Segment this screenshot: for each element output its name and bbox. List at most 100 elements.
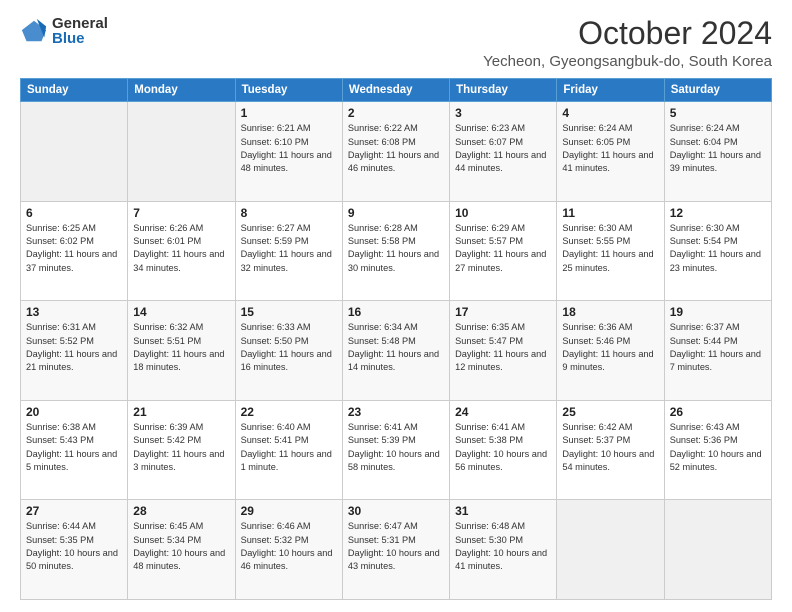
day-cell: 21Sunrise: 6:39 AM Sunset: 5:42 PM Dayli… bbox=[128, 400, 235, 500]
day-number: 10 bbox=[455, 206, 551, 220]
day-cell: 27 Sunrise: 6:44 AM Sunset: 5:35 PM Dayli… bbox=[21, 500, 128, 600]
day-number: 27 bbox=[26, 504, 122, 518]
day-info: Sunrise: 6:47 AM Sunset: 5:31 PM Dayligh… bbox=[348, 520, 444, 573]
day-info: Sunrise: 6:39 AM Sunset: 5:42 PM Dayligh… bbox=[133, 421, 229, 474]
day-info: Sunrise: 6:33 AM Sunset: 5:50 PM Dayligh… bbox=[241, 321, 337, 374]
page: General Blue October 2024 Yecheon, Gyeon… bbox=[0, 0, 792, 612]
logo-icon bbox=[20, 17, 48, 45]
day-number: 17 bbox=[455, 305, 551, 319]
day-number: 15 bbox=[241, 305, 337, 319]
week-row-3: 13Sunrise: 6:31 AM Sunset: 5:52 PM Dayli… bbox=[21, 301, 772, 401]
day-info: Sunrise: 6:25 AM Sunset: 6:02 PM Dayligh… bbox=[26, 222, 122, 275]
day-cell bbox=[21, 102, 128, 202]
day-info: Sunrise: 6:44 AM Sunset: 5:35 PM Dayligh… bbox=[26, 520, 122, 573]
header-day-friday: Friday bbox=[557, 79, 664, 102]
day-number: 19 bbox=[670, 305, 766, 319]
day-number: 23 bbox=[348, 405, 444, 419]
day-cell: 15 Sunrise: 6:33 AM Sunset: 5:50 PM Dayli… bbox=[235, 301, 342, 401]
day-info: Sunrise: 6:23 AM Sunset: 6:07 PM Dayligh… bbox=[455, 122, 551, 175]
day-cell bbox=[128, 102, 235, 202]
day-cell: 23 Sunrise: 6:41 AM Sunset: 5:39 PM Dayli… bbox=[342, 400, 449, 500]
logo-blue: Blue bbox=[52, 31, 108, 46]
day-cell: 8 Sunrise: 6:27 AM Sunset: 5:59 PM Daylig… bbox=[235, 201, 342, 301]
day-number: 7 bbox=[133, 206, 229, 220]
logo-text: General Blue bbox=[52, 16, 108, 46]
day-number: 22 bbox=[241, 405, 337, 419]
day-info: Sunrise: 6:32 AM Sunset: 5:51 PM Dayligh… bbox=[133, 321, 229, 374]
day-cell: 12Sunrise: 6:30 AM Sunset: 5:54 PM Dayli… bbox=[664, 201, 771, 301]
day-number: 16 bbox=[348, 305, 444, 319]
title-block: October 2024 Yecheon, Gyeongsangbuk-do, … bbox=[483, 16, 772, 70]
day-cell: 17 Sunrise: 6:35 AM Sunset: 5:47 PM Dayli… bbox=[450, 301, 557, 401]
day-info: Sunrise: 6:38 AM Sunset: 5:43 PM Dayligh… bbox=[26, 421, 122, 474]
day-cell: 20 Sunrise: 6:38 AM Sunset: 5:43 PM Dayli… bbox=[21, 400, 128, 500]
header-day-saturday: Saturday bbox=[664, 79, 771, 102]
day-info: Sunrise: 6:21 AM Sunset: 6:10 PM Dayligh… bbox=[241, 122, 337, 175]
day-cell: 28 Sunrise: 6:45 AM Sunset: 5:34 PM Dayli… bbox=[128, 500, 235, 600]
calendar-body: 1Sunrise: 6:21 AM Sunset: 6:10 PM Daylig… bbox=[21, 102, 772, 600]
header-day-monday: Monday bbox=[128, 79, 235, 102]
header-day-tuesday: Tuesday bbox=[235, 79, 342, 102]
day-number: 6 bbox=[26, 206, 122, 220]
day-cell: 2 Sunrise: 6:22 AM Sunset: 6:08 PM Daylig… bbox=[342, 102, 449, 202]
day-number: 11 bbox=[562, 206, 658, 220]
day-number: 14 bbox=[133, 305, 229, 319]
day-info: Sunrise: 6:37 AM Sunset: 5:44 PM Dayligh… bbox=[670, 321, 766, 374]
day-cell: 7Sunrise: 6:26 AM Sunset: 6:01 PM Daylig… bbox=[128, 201, 235, 301]
day-cell: 1Sunrise: 6:21 AM Sunset: 6:10 PM Daylig… bbox=[235, 102, 342, 202]
day-info: Sunrise: 6:27 AM Sunset: 5:59 PM Dayligh… bbox=[241, 222, 337, 275]
day-number: 3 bbox=[455, 106, 551, 120]
day-info: Sunrise: 6:31 AM Sunset: 5:52 PM Dayligh… bbox=[26, 321, 122, 374]
logo: General Blue bbox=[20, 16, 108, 46]
day-info: Sunrise: 6:45 AM Sunset: 5:34 PM Dayligh… bbox=[133, 520, 229, 573]
day-cell: 25Sunrise: 6:42 AM Sunset: 5:37 PM Dayli… bbox=[557, 400, 664, 500]
month-title: October 2024 bbox=[483, 16, 772, 51]
day-info: Sunrise: 6:41 AM Sunset: 5:39 PM Dayligh… bbox=[348, 421, 444, 474]
day-cell: 22 Sunrise: 6:40 AM Sunset: 5:41 PM Dayli… bbox=[235, 400, 342, 500]
day-cell bbox=[664, 500, 771, 600]
day-number: 26 bbox=[670, 405, 766, 419]
calendar-table: SundayMondayTuesdayWednesdayThursdayFrid… bbox=[20, 78, 772, 600]
day-cell bbox=[557, 500, 664, 600]
day-cell: 11Sunrise: 6:30 AM Sunset: 5:55 PM Dayli… bbox=[557, 201, 664, 301]
day-number: 31 bbox=[455, 504, 551, 518]
day-info: Sunrise: 6:41 AM Sunset: 5:38 PM Dayligh… bbox=[455, 421, 551, 474]
day-number: 30 bbox=[348, 504, 444, 518]
day-info: Sunrise: 6:35 AM Sunset: 5:47 PM Dayligh… bbox=[455, 321, 551, 374]
day-cell: 13Sunrise: 6:31 AM Sunset: 5:52 PM Dayli… bbox=[21, 301, 128, 401]
calendar-header: SundayMondayTuesdayWednesdayThursdayFrid… bbox=[21, 79, 772, 102]
day-info: Sunrise: 6:36 AM Sunset: 5:46 PM Dayligh… bbox=[562, 321, 658, 374]
day-info: Sunrise: 6:24 AM Sunset: 6:04 PM Dayligh… bbox=[670, 122, 766, 175]
day-info: Sunrise: 6:40 AM Sunset: 5:41 PM Dayligh… bbox=[241, 421, 337, 474]
day-number: 29 bbox=[241, 504, 337, 518]
header-day-thursday: Thursday bbox=[450, 79, 557, 102]
day-info: Sunrise: 6:24 AM Sunset: 6:05 PM Dayligh… bbox=[562, 122, 658, 175]
header-row: SundayMondayTuesdayWednesdayThursdayFrid… bbox=[21, 79, 772, 102]
day-cell: 4 Sunrise: 6:24 AM Sunset: 6:05 PM Daylig… bbox=[557, 102, 664, 202]
day-info: Sunrise: 6:46 AM Sunset: 5:32 PM Dayligh… bbox=[241, 520, 337, 573]
day-cell: 16Sunrise: 6:34 AM Sunset: 5:48 PM Dayli… bbox=[342, 301, 449, 401]
location-title: Yecheon, Gyeongsangbuk-do, South Korea bbox=[483, 53, 772, 70]
day-cell: 30 Sunrise: 6:47 AM Sunset: 5:31 PM Dayli… bbox=[342, 500, 449, 600]
day-cell: 24 Sunrise: 6:41 AM Sunset: 5:38 PM Dayli… bbox=[450, 400, 557, 500]
day-cell: 19 Sunrise: 6:37 AM Sunset: 5:44 PM Dayli… bbox=[664, 301, 771, 401]
day-number: 8 bbox=[241, 206, 337, 220]
day-cell: 10Sunrise: 6:29 AM Sunset: 5:57 PM Dayli… bbox=[450, 201, 557, 301]
day-info: Sunrise: 6:28 AM Sunset: 5:58 PM Dayligh… bbox=[348, 222, 444, 275]
day-number: 24 bbox=[455, 405, 551, 419]
header: General Blue October 2024 Yecheon, Gyeon… bbox=[20, 16, 772, 70]
day-number: 2 bbox=[348, 106, 444, 120]
week-row-5: 27 Sunrise: 6:44 AM Sunset: 5:35 PM Dayli… bbox=[21, 500, 772, 600]
day-number: 4 bbox=[562, 106, 658, 120]
day-cell: 9 Sunrise: 6:28 AM Sunset: 5:58 PM Daylig… bbox=[342, 201, 449, 301]
day-cell: 5 Sunrise: 6:24 AM Sunset: 6:04 PM Daylig… bbox=[664, 102, 771, 202]
day-number: 28 bbox=[133, 504, 229, 518]
day-cell: 31Sunrise: 6:48 AM Sunset: 5:30 PM Dayli… bbox=[450, 500, 557, 600]
day-number: 25 bbox=[562, 405, 658, 419]
day-cell: 18Sunrise: 6:36 AM Sunset: 5:46 PM Dayli… bbox=[557, 301, 664, 401]
day-number: 9 bbox=[348, 206, 444, 220]
week-row-4: 20 Sunrise: 6:38 AM Sunset: 5:43 PM Dayli… bbox=[21, 400, 772, 500]
day-number: 5 bbox=[670, 106, 766, 120]
day-info: Sunrise: 6:22 AM Sunset: 6:08 PM Dayligh… bbox=[348, 122, 444, 175]
day-number: 20 bbox=[26, 405, 122, 419]
